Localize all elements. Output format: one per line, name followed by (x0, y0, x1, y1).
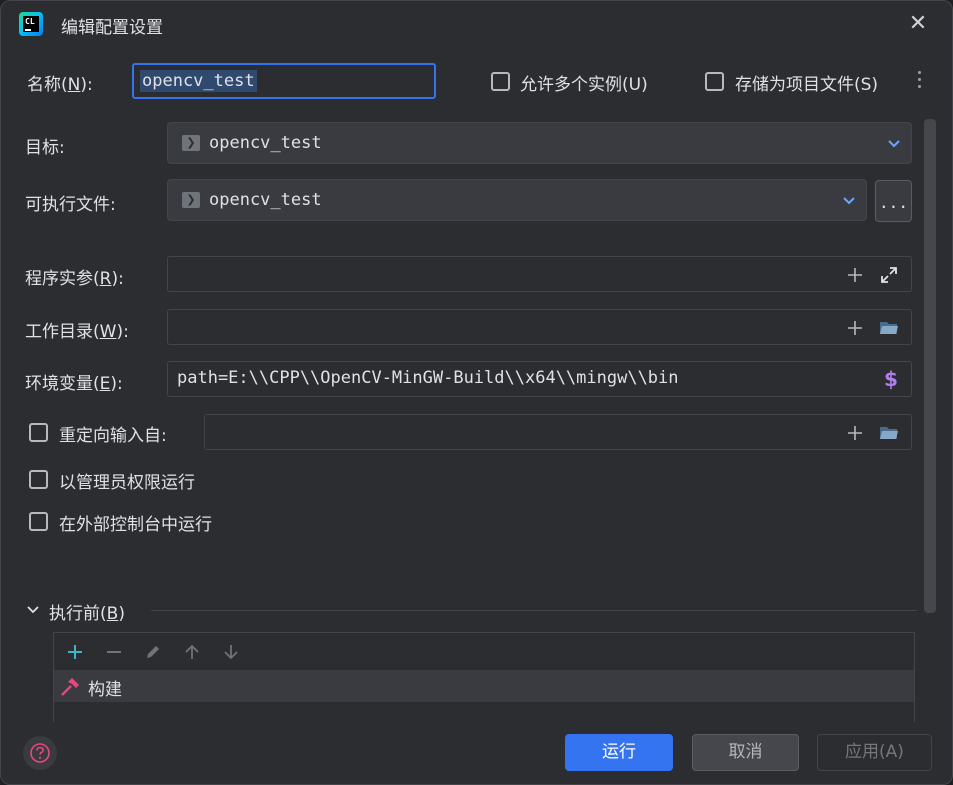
scrollbar[interactable] (924, 119, 936, 613)
clion-logo-icon: CL (19, 12, 43, 36)
run-button[interactable]: 运行 (565, 734, 673, 771)
before-launch-item-label: 构建 (88, 680, 122, 700)
run-in-console-label: 在外部控制台中运行 (59, 515, 212, 535)
executable-icon: ❯ (182, 192, 200, 208)
add-icon[interactable] (65, 642, 85, 662)
add-macro-icon[interactable] (845, 318, 865, 338)
arrow-up-icon[interactable] (182, 642, 202, 662)
working-dir-input[interactable] (167, 309, 912, 345)
program-args-input[interactable] (167, 256, 912, 292)
store-as-project-label: 存储为项目文件(S) (735, 75, 879, 95)
before-launch-header[interactable]: 执行前(B) (49, 599, 125, 624)
remove-icon[interactable] (104, 642, 124, 662)
target-combo[interactable]: ❯ opencv_test (167, 122, 912, 164)
target-label: 目标: (25, 138, 65, 158)
executable-combo[interactable]: ❯ opencv_test (167, 179, 867, 221)
executable-value: opencv_test (209, 190, 322, 210)
more-options-icon[interactable] (918, 71, 922, 91)
folder-icon[interactable] (879, 423, 899, 443)
arrow-down-icon[interactable] (221, 642, 241, 662)
add-macro-icon[interactable] (845, 265, 865, 285)
help-button[interactable] (23, 736, 57, 770)
name-label: 名称(N): (27, 75, 93, 95)
program-args-label: 程序实参(R): (25, 269, 124, 289)
add-macro-icon[interactable] (845, 423, 865, 443)
title-bar: CL 编辑配置设置 ✕ (1, 1, 952, 47)
cancel-button[interactable]: 取消 (692, 734, 799, 771)
run-in-console-checkbox[interactable] (29, 512, 48, 531)
name-input-value: opencv_test (140, 70, 257, 92)
expand-icon[interactable] (879, 265, 899, 285)
name-input[interactable]: opencv_test (132, 63, 436, 99)
redirect-input-label: 重定向输入自: (59, 426, 167, 446)
before-launch-toolbar (54, 633, 914, 671)
redirect-input-checkbox[interactable] (29, 423, 48, 442)
help-icon (30, 743, 50, 763)
allow-multiple-label: 允许多个实例(U) (520, 75, 648, 95)
env-vars-label: 环境变量(E): (25, 374, 123, 394)
close-icon[interactable]: ✕ (906, 13, 930, 37)
run-as-admin-label: 以管理员权限运行 (59, 473, 195, 493)
hammer-icon (61, 678, 79, 696)
executable-icon: ❯ (182, 135, 200, 151)
chevron-down-icon (888, 140, 900, 148)
edit-configuration-dialog: CL 编辑配置设置 ✕ 名称(N): opencv_test 允许多个实例(U)… (0, 0, 953, 785)
run-as-admin-checkbox[interactable] (29, 470, 48, 489)
apply-button[interactable]: 应用(A) (817, 734, 932, 771)
executable-label: 可执行文件: (25, 195, 116, 215)
dollar-icon[interactable]: $ (881, 367, 901, 391)
working-dir-label: 工作目录(W): (25, 322, 129, 342)
before-launch-item[interactable]: 构建 (54, 671, 914, 702)
before-launch-panel: 构建 (53, 632, 915, 722)
section-divider (151, 610, 917, 611)
allow-multiple-checkbox[interactable] (491, 72, 510, 91)
dialog-title: 编辑配置设置 (61, 18, 163, 38)
folder-icon[interactable] (879, 318, 899, 338)
store-as-project-checkbox[interactable] (705, 72, 724, 91)
chevron-down-icon (843, 197, 855, 205)
redirect-input-field[interactable] (204, 414, 912, 450)
env-vars-value: path=E:\\CPP\\OpenCV-MinGW-Build\\x64\\m… (177, 368, 679, 388)
chevron-down-icon[interactable] (25, 602, 41, 618)
browse-executable-button[interactable]: ... (875, 180, 912, 222)
env-vars-input[interactable]: path=E:\\CPP\\OpenCV-MinGW-Build\\x64\\m… (167, 361, 912, 397)
target-value: opencv_test (209, 133, 322, 153)
edit-icon[interactable] (143, 642, 163, 662)
